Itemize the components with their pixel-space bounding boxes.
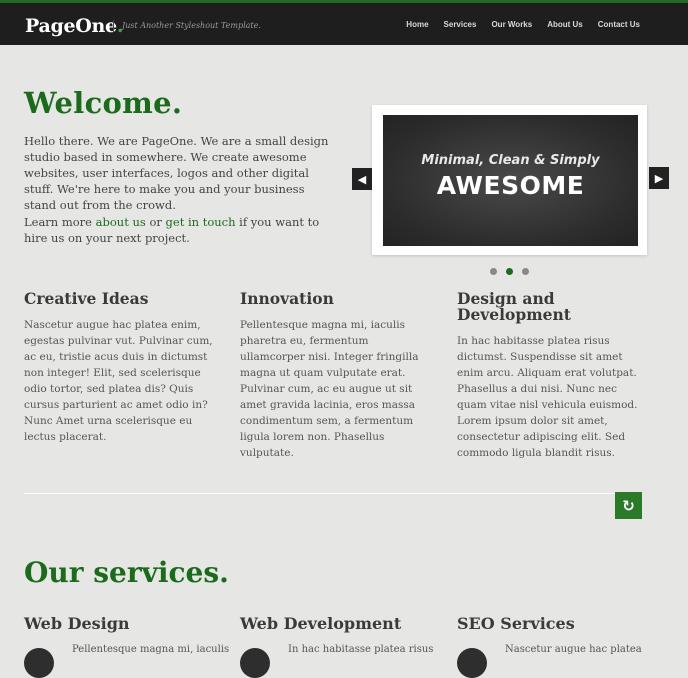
slider-pagination xyxy=(490,268,538,275)
feature-design-development: Design and Development In hac habitasse … xyxy=(457,291,649,461)
feature-innovation: Innovation Pellentesque magna mi, iaculi… xyxy=(240,291,436,461)
service-text: Nascetur augue hac platea xyxy=(505,644,642,655)
get-in-touch-link[interactable]: get in touch xyxy=(166,215,236,229)
services-title: Our services. xyxy=(24,556,229,589)
feature-creative-ideas: Creative Ideas Nascetur augue hac platea… xyxy=(24,291,220,445)
feature-text: Pellentesque magna mi, iaculis pharetra … xyxy=(240,319,419,459)
web-design-icon xyxy=(24,648,54,678)
site-header: PageOne. Just Another Styleshout Templat… xyxy=(0,0,688,45)
main-nav: Home Services Our Works About Us Contact… xyxy=(391,20,640,29)
section-divider xyxy=(24,493,616,494)
back-to-top-icon: ↻ xyxy=(622,496,635,515)
site-logo[interactable]: PageOne. xyxy=(25,15,123,37)
slider-prev-button[interactable]: ◀ xyxy=(352,168,372,190)
nav-our-works[interactable]: Our Works xyxy=(491,20,532,29)
service-title-web-design: Web Design xyxy=(24,614,130,633)
nav-services[interactable]: Services xyxy=(444,20,477,29)
slider-dot-2[interactable] xyxy=(506,268,513,275)
feature-title: Creative Ideas xyxy=(24,289,149,308)
web-development-icon xyxy=(240,648,270,678)
back-to-top-button[interactable]: ↻ xyxy=(615,492,642,519)
service-title-web-development: Web Development xyxy=(240,614,402,633)
welcome-title: Welcome. xyxy=(24,86,183,120)
about-us-link[interactable]: about us xyxy=(96,215,146,229)
image-slider: Minimal, Clean & Simply AWESOME xyxy=(372,105,647,255)
service-text: In hac habitasse platea risus xyxy=(288,644,434,655)
service-text: Pellentesque magna mi, iaculis xyxy=(72,644,230,655)
site-tagline: Just Another Styleshout Template. xyxy=(113,20,261,32)
slider-dot-3[interactable] xyxy=(522,268,529,275)
feature-text: In hac habitasse platea risus dictumst. … xyxy=(457,335,638,459)
slide-headline: AWESOME xyxy=(436,171,585,200)
feature-title: Innovation xyxy=(240,289,334,308)
slide-image[interactable]: Minimal, Clean & Simply AWESOME xyxy=(383,115,638,246)
nav-about-us[interactable]: About Us xyxy=(547,20,583,29)
slider-dot-1[interactable] xyxy=(490,268,497,275)
slide-subtitle: Minimal, Clean & Simply xyxy=(421,153,600,168)
nav-home[interactable]: Home xyxy=(406,20,428,29)
service-title-seo: SEO Services xyxy=(457,614,575,633)
seo-icon xyxy=(457,648,487,678)
feature-title: Design and Development xyxy=(457,289,571,324)
intro-paragraph: Hello there. We are PageOne. We are a sm… xyxy=(24,134,329,212)
feature-text: Nascetur augue hac platea enim, egestas … xyxy=(24,319,213,443)
slider-next-button[interactable]: ▶ xyxy=(649,167,669,189)
learn-more-paragraph: Learn more about us or get in touch if y… xyxy=(24,215,320,245)
chevron-left-icon: ◀ xyxy=(357,172,367,186)
nav-contact-us[interactable]: Contact Us xyxy=(598,20,640,29)
chevron-right-icon: ▶ xyxy=(654,171,664,185)
